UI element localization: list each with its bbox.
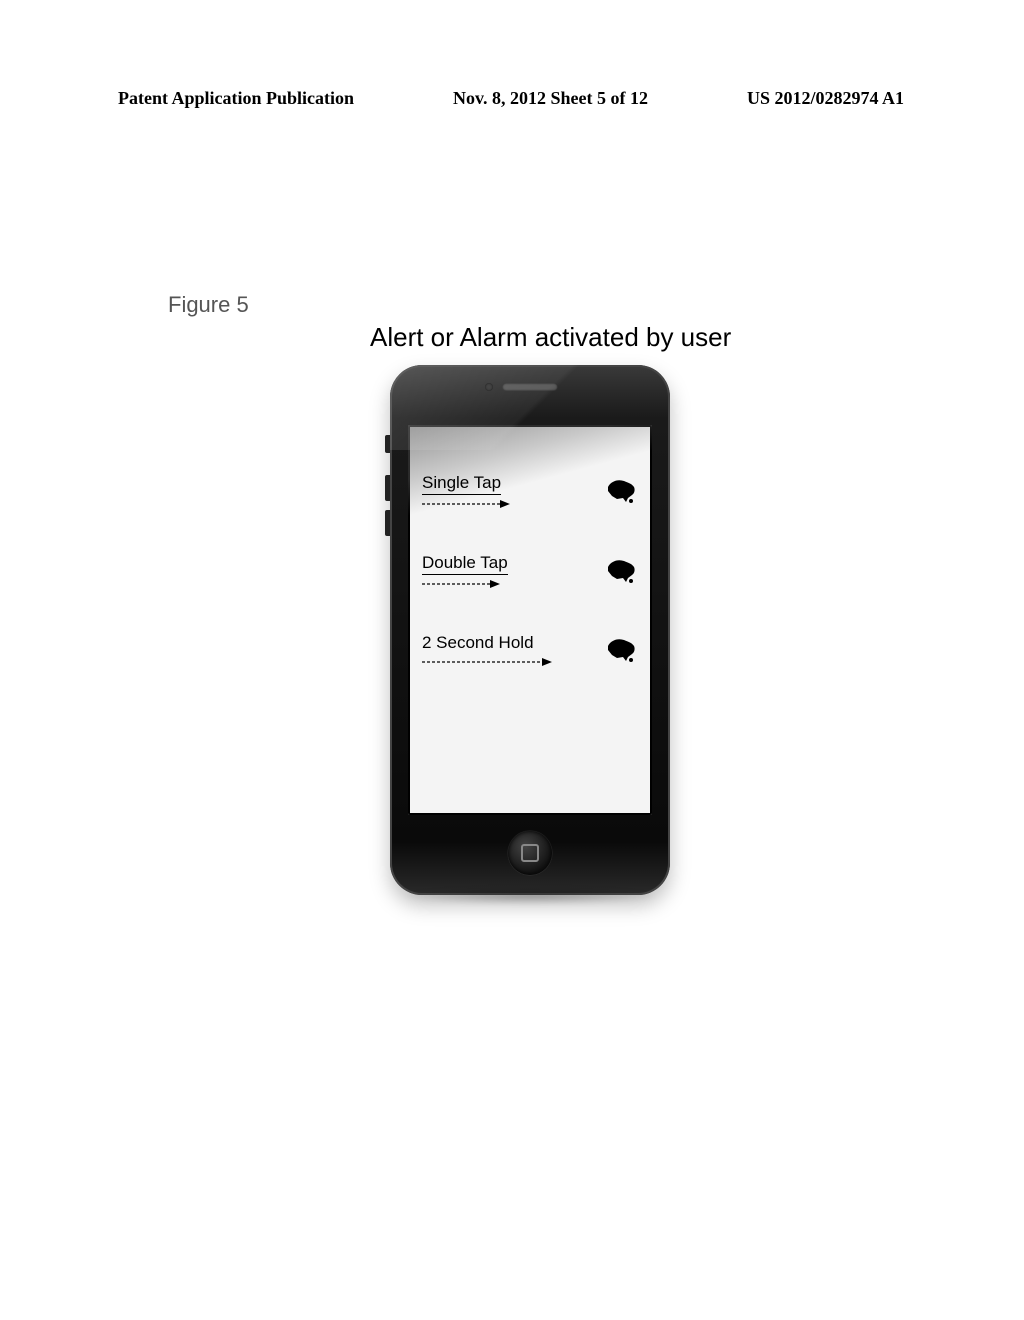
phone-shadow bbox=[400, 887, 660, 905]
arrow-right-icon bbox=[422, 579, 500, 589]
phone-speaker-icon bbox=[502, 383, 558, 391]
pointer-hand-icon bbox=[602, 477, 638, 505]
phone-mute-switch bbox=[385, 435, 390, 453]
phone-screen[interactable]: Single Tap Do bbox=[408, 425, 652, 815]
phone-illustration: Single Tap Do bbox=[390, 365, 670, 895]
gesture-row-single-tap[interactable]: Single Tap bbox=[422, 473, 638, 509]
gesture-label: Double Tap bbox=[422, 553, 508, 589]
gesture-label: 2 Second Hold bbox=[422, 633, 552, 667]
gesture-row-double-tap[interactable]: Double Tap bbox=[422, 553, 638, 589]
phone-home-button[interactable] bbox=[508, 831, 552, 875]
phone-volume-up bbox=[385, 475, 390, 501]
phone-body: Single Tap Do bbox=[390, 365, 670, 895]
gesture-text: Single Tap bbox=[422, 473, 501, 495]
sheet-info: Nov. 8, 2012 Sheet 5 of 12 bbox=[453, 88, 648, 109]
phone-volume-down bbox=[385, 510, 390, 536]
arrow-right-icon bbox=[422, 657, 552, 667]
publication-label: Patent Application Publication bbox=[118, 88, 354, 109]
publication-number: US 2012/0282974 A1 bbox=[747, 88, 904, 109]
figure-title: Alert or Alarm activated by user bbox=[370, 322, 731, 353]
figure-label: Figure 5 bbox=[168, 292, 249, 318]
pointer-hand-icon bbox=[602, 557, 638, 585]
gesture-label: Single Tap bbox=[422, 473, 510, 509]
gesture-row-two-second-hold[interactable]: 2 Second Hold bbox=[422, 633, 638, 667]
gesture-text: Double Tap bbox=[422, 553, 508, 575]
arrow-right-icon bbox=[422, 499, 510, 509]
pointer-hand-icon bbox=[602, 636, 638, 664]
page-header: Patent Application Publication Nov. 8, 2… bbox=[118, 88, 904, 109]
gesture-text: 2 Second Hold bbox=[422, 633, 534, 653]
phone-camera-icon bbox=[485, 383, 493, 391]
